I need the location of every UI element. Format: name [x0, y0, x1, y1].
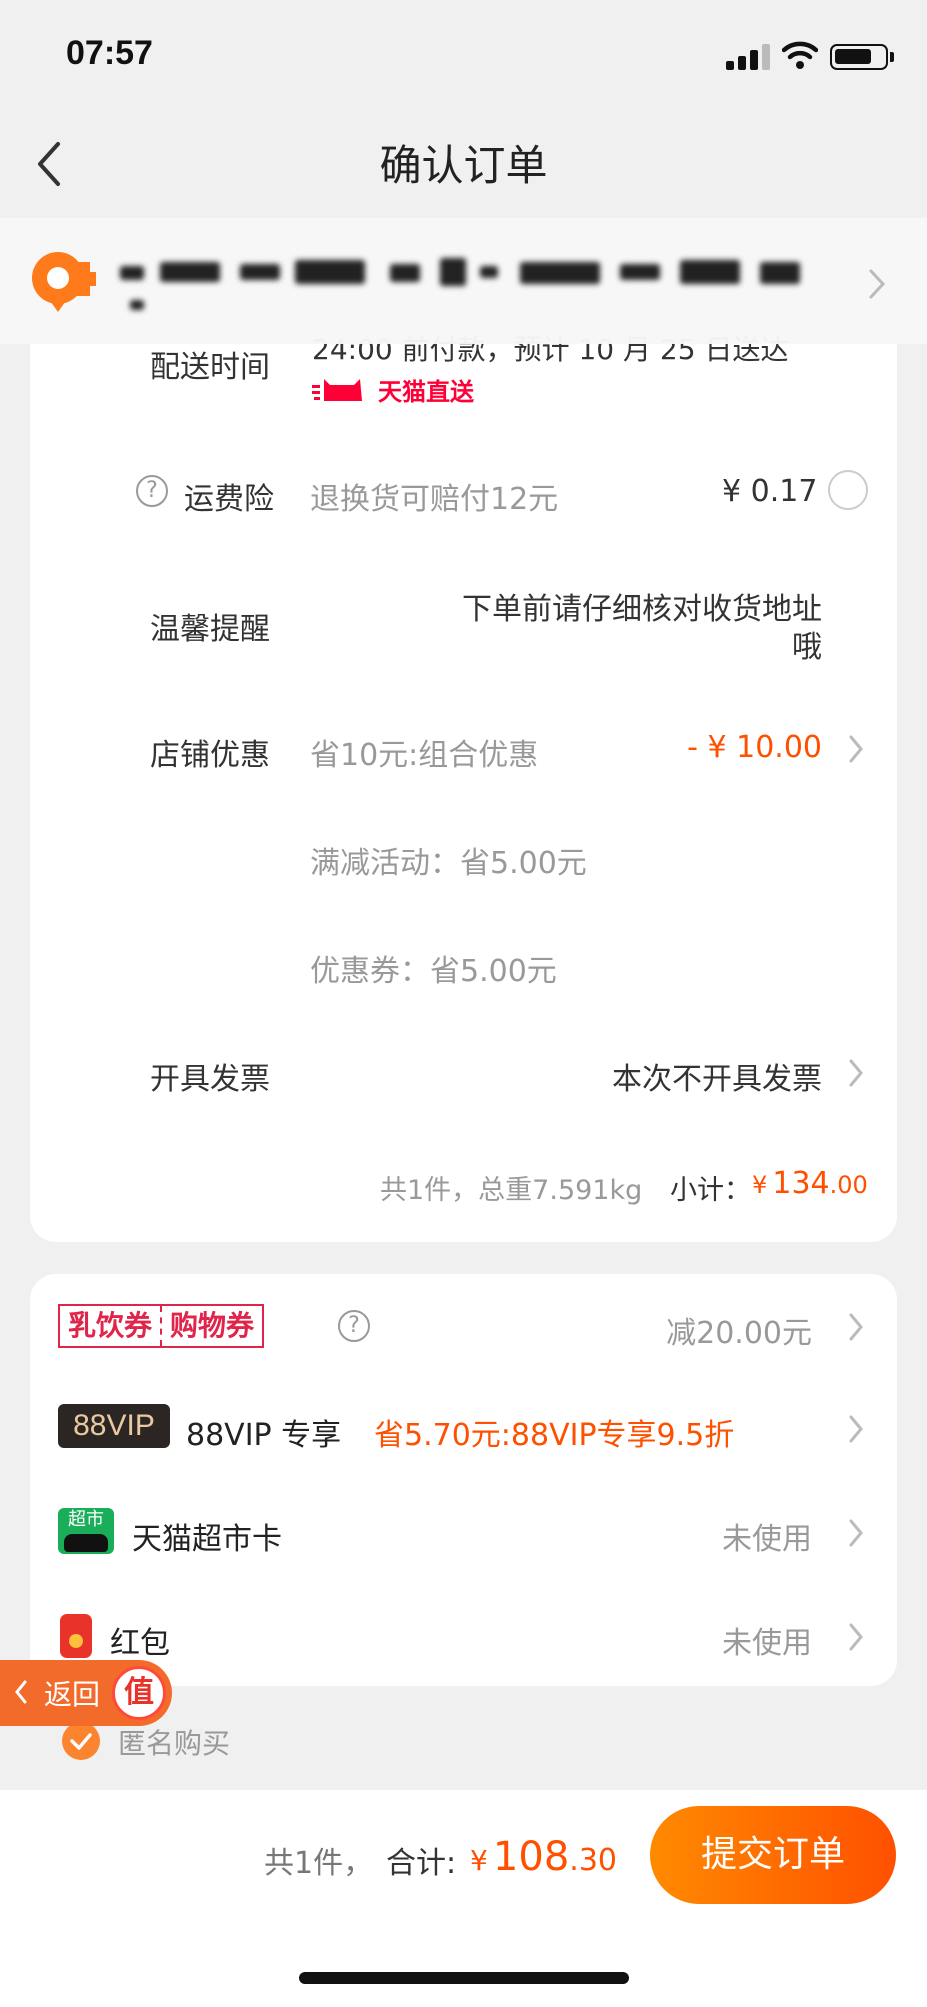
subtotal-amount: ¥ 134.00: [752, 1166, 868, 1201]
insurance-label: 运费险: [184, 482, 274, 517]
red-packet-dot: [69, 1634, 83, 1648]
zhi-badge-icon: 值: [112, 1666, 166, 1720]
shop-discount-desc: 省10元:组合优惠: [310, 738, 539, 773]
vip-badge: 88VIP: [58, 1404, 170, 1448]
invoice-label: 开具发票: [150, 1062, 270, 1097]
vip-value[interactable]: 省5.70元:88VIP专享9.5折: [374, 1410, 734, 1454]
chevron-right-icon[interactable]: [848, 1622, 864, 1652]
delivery-label: 配送时间: [150, 350, 270, 385]
floating-back-button[interactable]: 返回 值: [0, 1660, 172, 1726]
insurance-radio[interactable]: [828, 470, 868, 510]
help-icon[interactable]: ?: [338, 1310, 370, 1342]
subtotal-label: 小计：: [670, 1175, 751, 1206]
supermarket-icon-text: 超市: [68, 1509, 104, 1530]
tmall-direct-tag: 天猫直送: [312, 374, 474, 406]
coupon-badge-left: 乳饮券: [68, 1309, 153, 1342]
anonymous-checkbox[interactable]: [62, 1722, 100, 1760]
coupon-value[interactable]: 减20.00元: [560, 1308, 812, 1352]
tmall-cat-icon: [312, 379, 362, 401]
reminder-line2: 哦: [792, 630, 822, 665]
insurance-price: ¥ 0.17: [722, 474, 818, 509]
tmall-direct-label: 天猫直送: [378, 377, 474, 406]
red-packet-label: 红包: [110, 1626, 170, 1661]
reminder-label: 温馨提醒: [150, 612, 270, 647]
chevron-left-icon: [15, 1680, 27, 1704]
address-text-blurred: [120, 258, 835, 318]
address-banner[interactable]: [0, 218, 927, 344]
chevron-right-icon[interactable]: [848, 1058, 864, 1088]
chevron-right-icon[interactable]: [848, 734, 864, 764]
home-indicator: [299, 1972, 629, 1984]
coupon-badge-right: 购物券: [170, 1309, 255, 1342]
shop-discount-amount[interactable]: - ¥ 10.00: [560, 730, 822, 765]
subtotal-summary: 共1件，总重7.591kg: [380, 1175, 643, 1206]
total-int: 108: [492, 1834, 570, 1880]
anonymous-label: 匿名购买: [118, 1727, 231, 1760]
battery-icon: [830, 44, 888, 70]
subtotal-currency: ¥: [752, 1171, 768, 1199]
shop-discount-label: 店铺优惠: [150, 738, 270, 773]
red-packet-value[interactable]: 未使用: [600, 1618, 812, 1662]
total-currency: ¥: [470, 1844, 488, 1877]
submit-order-button[interactable]: 提交订单: [650, 1806, 896, 1904]
status-time: 07:57: [66, 34, 153, 72]
help-icon[interactable]: ?: [136, 475, 168, 507]
milk-coupon-badge: 乳饮券 购物券: [58, 1304, 265, 1348]
insurance-desc: 退换货可赔付12元: [310, 482, 559, 517]
total-amount: ¥ 108.30: [470, 1834, 617, 1880]
total-count: 共1件，: [264, 1846, 374, 1881]
wifi-icon: [781, 40, 819, 70]
signal-icon: [726, 44, 770, 70]
invoice-value[interactable]: 本次不开具发票: [520, 1054, 822, 1098]
floating-back-label: 返回: [44, 1678, 101, 1711]
battery-cap: [890, 52, 894, 62]
chevron-right-icon[interactable]: [848, 1312, 864, 1342]
chevron-right-icon[interactable]: [848, 1518, 864, 1548]
full-reduction-detail: 满减活动：省5.00元: [310, 846, 587, 881]
total-label: 合计:: [386, 1846, 457, 1881]
page-title: 确认订单: [379, 141, 548, 190]
subtotal-int: 134: [772, 1166, 830, 1201]
tmall-cat-face: [64, 1534, 108, 1552]
supermarket-card-value[interactable]: 未使用: [600, 1514, 812, 1558]
coupon-detail: 优惠券：省5.00元: [310, 954, 557, 989]
total-dec: .30: [569, 1843, 617, 1878]
subtotal-dec: .00: [829, 1171, 868, 1199]
vip-label: 88VIP 专享: [186, 1418, 342, 1453]
chevron-right-icon[interactable]: [848, 1414, 864, 1444]
location-pin-icon: [30, 248, 98, 314]
chevron-right-icon: [868, 268, 886, 300]
supermarket-card-label: 天猫超市卡: [132, 1522, 282, 1557]
